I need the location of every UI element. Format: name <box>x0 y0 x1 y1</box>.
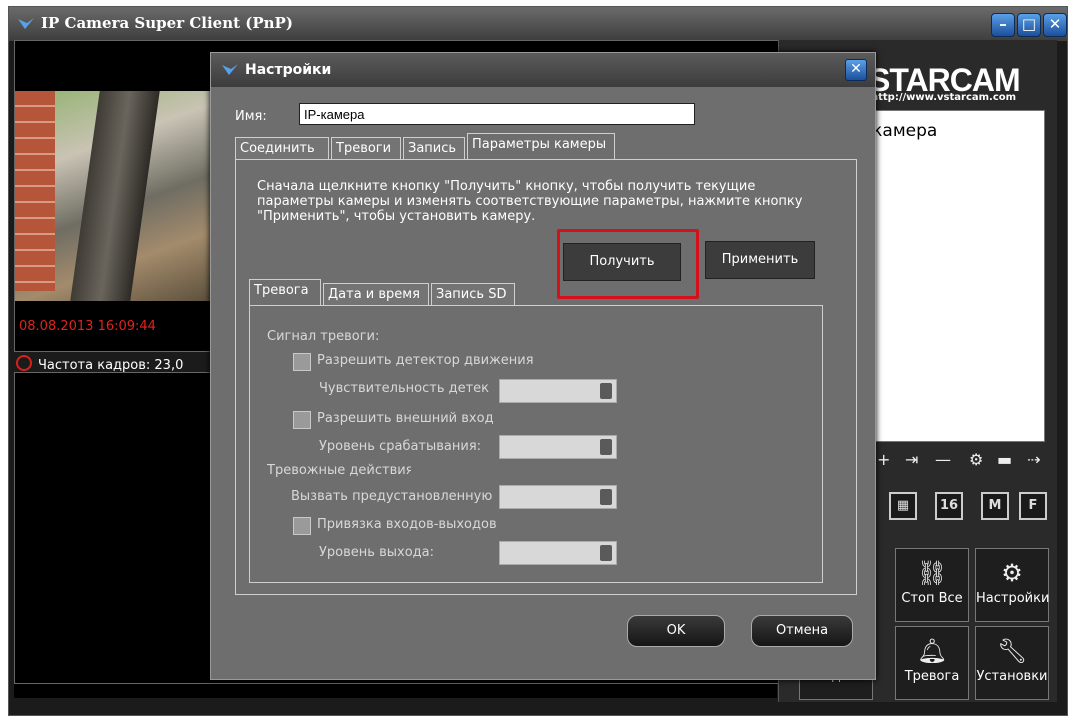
inner-tab-datetime[interactable]: Дата и время <box>323 283 429 305</box>
trigger-level-select[interactable] <box>499 435 617 459</box>
setup-label: Установки <box>976 669 1048 684</box>
tab-connect[interactable]: Соединить <box>235 137 329 159</box>
inner-tab-alarm[interactable]: Тревога <box>249 279 321 306</box>
chevron-down-icon <box>600 545 612 561</box>
title-bar: IP Camera Super Client (PnP) – □ ✕ <box>9 7 1067 41</box>
gear-icon[interactable]: ⚙ <box>969 450 983 469</box>
io-link-label: Привязка входов-выходов <box>317 517 497 532</box>
chevron-down-icon <box>600 489 612 505</box>
remove-camera-icon[interactable]: — <box>935 450 951 469</box>
settings-icon: ⚙ <box>1001 559 1023 587</box>
brick-wall <box>15 91 55 291</box>
layout-16-icon[interactable]: 16 <box>935 492 963 520</box>
maximize-button[interactable]: □ <box>1017 13 1041 37</box>
io-link-checkbox[interactable] <box>293 517 311 535</box>
alarm-button[interactable]: 🔔︎ Тревога <box>895 626 969 700</box>
pole <box>70 91 160 301</box>
add-camera-icon[interactable]: + <box>877 450 890 469</box>
status-strip <box>14 684 777 698</box>
layout-f-icon[interactable]: F <box>1019 492 1047 520</box>
bell-icon: 🔔︎ <box>916 637 948 665</box>
output-level-label: Уровень выхода: <box>319 545 434 560</box>
alarm-signal-label: Сигнал тревоги: <box>267 329 380 344</box>
chevron-down-icon <box>600 383 612 399</box>
stop-all-icon: ⛓ <box>916 559 948 587</box>
video-timestamp: 08.08.2013 16:09:44 <box>19 319 156 334</box>
name-input[interactable] <box>299 103 695 125</box>
dialog-close-button[interactable]: ✕ <box>845 59 867 81</box>
stop-all-label: Стоп Все <box>901 591 963 606</box>
app-title: IP Camera Super Client (PnP) <box>41 14 293 32</box>
motion-detect-label: Разрешить детектор движения <box>317 353 534 368</box>
camera-image <box>15 91 215 301</box>
layout-m-icon[interactable]: M <box>981 492 1009 520</box>
import-icon[interactable]: ⇥ <box>905 450 918 469</box>
settings-button[interactable]: ⚙ Настройки <box>975 548 1049 622</box>
alarm-actions-label: Тревожные действия <box>267 463 411 478</box>
motion-detect-checkbox[interactable] <box>293 353 311 371</box>
dialog-logo-icon <box>222 64 238 75</box>
stop-all-button[interactable]: ⛓ Стоп Все <box>895 548 969 622</box>
layout-grid-icon[interactable]: ▦ <box>889 492 917 520</box>
app-logo-icon <box>18 18 34 29</box>
ok-button[interactable]: OK <box>627 615 725 647</box>
instructions-text: Сначала щелкните кнопку "Получить" кнопк… <box>257 179 803 224</box>
preset-label: Вызвать предустановленную <box>291 489 493 504</box>
camera-list-item[interactable]: -камера <box>866 121 937 141</box>
settings-dialog: Настройки ✕ Имя: Соединить Тревоги Запис… <box>210 52 876 680</box>
connect-icon[interactable]: ⇢ <box>1027 450 1040 469</box>
export-icon[interactable]: ▬ <box>997 450 1012 469</box>
tab-record[interactable]: Запись <box>403 137 465 159</box>
sensitivity-label: Чувствительность детек <box>319 381 490 396</box>
settings-label: Настройки <box>976 591 1050 606</box>
name-label: Имя: <box>235 109 267 124</box>
close-button[interactable]: ✕ <box>1043 13 1067 37</box>
sensitivity-select[interactable] <box>499 379 617 403</box>
dialog-title: Настройки <box>245 62 332 78</box>
chevron-down-icon <box>600 439 612 455</box>
inner-tab-sd-record[interactable]: Запись SD <box>431 283 515 305</box>
minimize-button[interactable]: – <box>991 13 1015 37</box>
external-input-checkbox[interactable] <box>293 411 311 429</box>
fps-label: Частота кадров: 23,0 <box>38 358 184 373</box>
dialog-title-bar[interactable]: Настройки ✕ <box>211 53 875 87</box>
output-level-select[interactable] <box>499 541 617 565</box>
cancel-button[interactable]: Отмена <box>751 615 853 647</box>
preset-select[interactable] <box>499 485 617 509</box>
get-button[interactable]: Получить <box>563 243 681 281</box>
trigger-level-label: Уровень срабатывания: <box>319 439 482 454</box>
setup-button[interactable]: 🔧︎ Установки <box>975 626 1049 700</box>
power-icon[interactable] <box>16 355 32 371</box>
camera-list[interactable]: -камера <box>865 110 1045 442</box>
wrench-icon: 🔧︎ <box>996 637 1028 665</box>
external-input-label: Разрешить внешний вход <box>317 411 494 426</box>
apply-button[interactable]: Применить <box>705 241 815 279</box>
tab-camera-params[interactable]: Параметры камеры <box>467 133 615 160</box>
alarm-label: Тревога <box>904 669 960 684</box>
tab-alarms[interactable]: Тревоги <box>331 137 401 159</box>
fps-row: Частота кадров: 23,0 <box>16 355 183 373</box>
brand-url: http://www.vstarcam.com <box>871 92 1017 103</box>
